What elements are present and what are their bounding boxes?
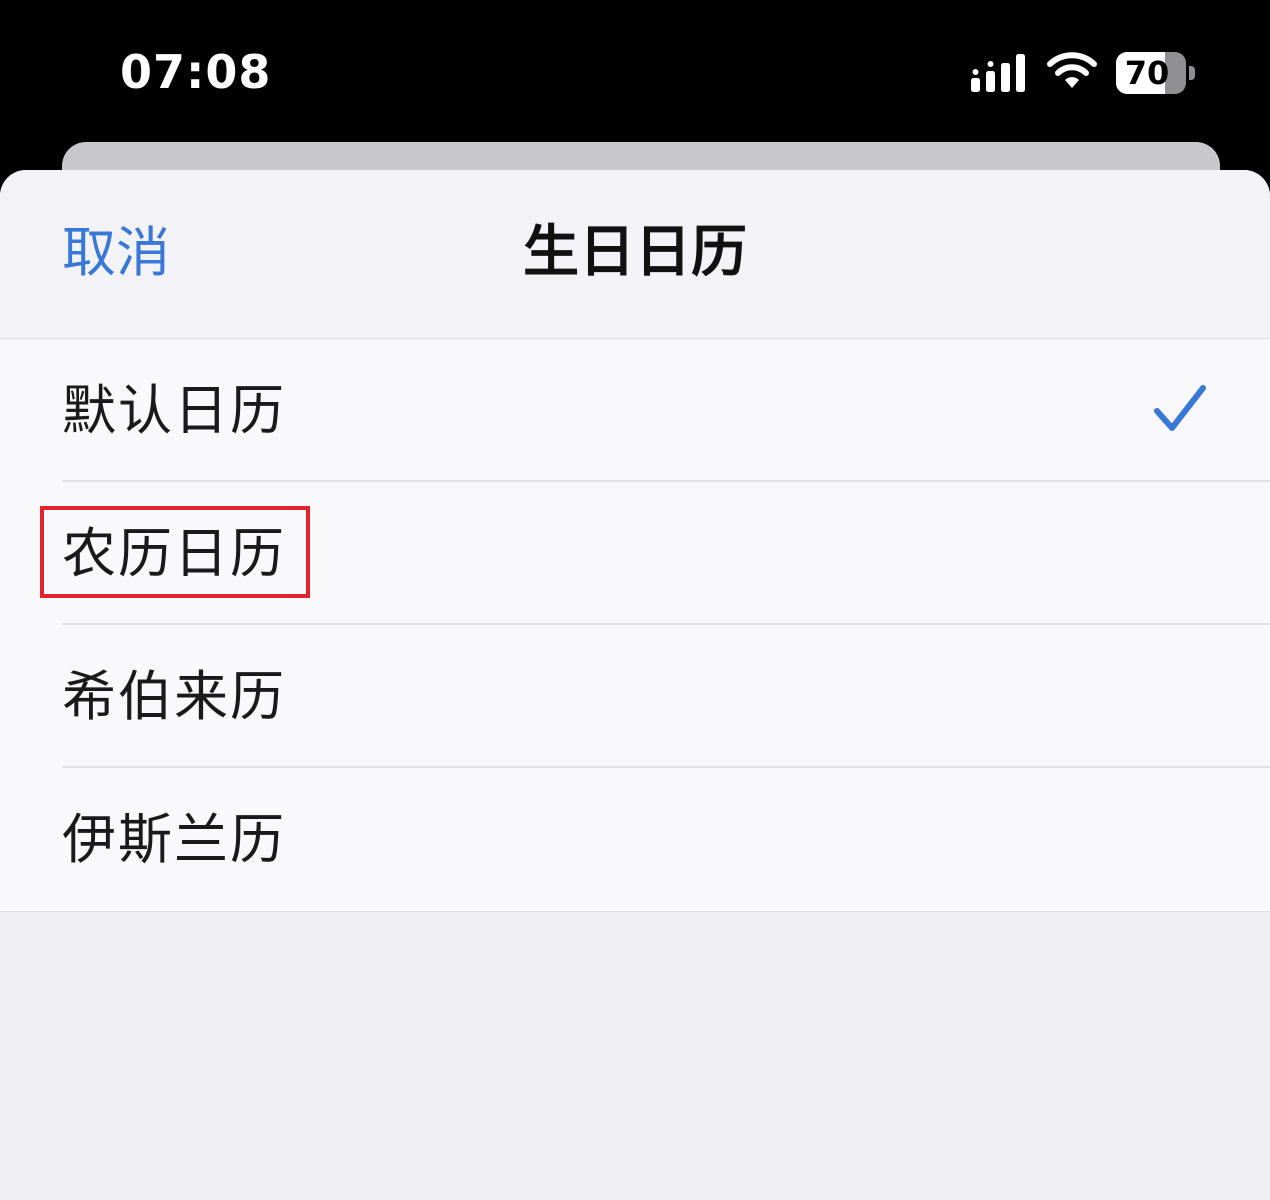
- phone-screen: 07:08 70 取消 生日日历 默认日历 农历日历 希伯来历 伊斯兰历: [0, 0, 1270, 1200]
- status-time: 07:08: [120, 45, 272, 99]
- page-title: 生日日历: [523, 220, 747, 285]
- cellular-signal-icon: [971, 54, 1025, 92]
- status-bar: 07:08 70: [0, 0, 1270, 140]
- battery-body: 70: [1116, 52, 1186, 94]
- list-item-label: 农历日历: [62, 522, 286, 585]
- list-item-label: 伊斯兰历: [62, 808, 286, 871]
- list-item-islamic-calendar[interactable]: 伊斯兰历: [0, 768, 1270, 911]
- list-item-lunar-calendar[interactable]: 农历日历: [0, 482, 1270, 625]
- calendar-options-list: 默认日历 农历日历 希伯来历 伊斯兰历: [0, 338, 1270, 912]
- list-item-default-calendar[interactable]: 默认日历: [0, 339, 1270, 482]
- birthday-calendar-sheet: 取消 生日日历 默认日历 农历日历 希伯来历 伊斯兰历: [0, 170, 1270, 1200]
- wifi-icon: [1047, 52, 1097, 88]
- battery-cap: [1189, 66, 1195, 80]
- checkmark-icon: [1154, 385, 1206, 431]
- battery-level: 70: [1124, 54, 1170, 92]
- list-item-hebrew-calendar[interactable]: 希伯来历: [0, 625, 1270, 768]
- battery-indicator: 70: [1116, 52, 1196, 94]
- list-item-label: 希伯来历: [62, 665, 286, 728]
- list-item-label: 默认日历: [62, 379, 286, 442]
- navigation-bar: 取消 生日日历: [0, 170, 1270, 338]
